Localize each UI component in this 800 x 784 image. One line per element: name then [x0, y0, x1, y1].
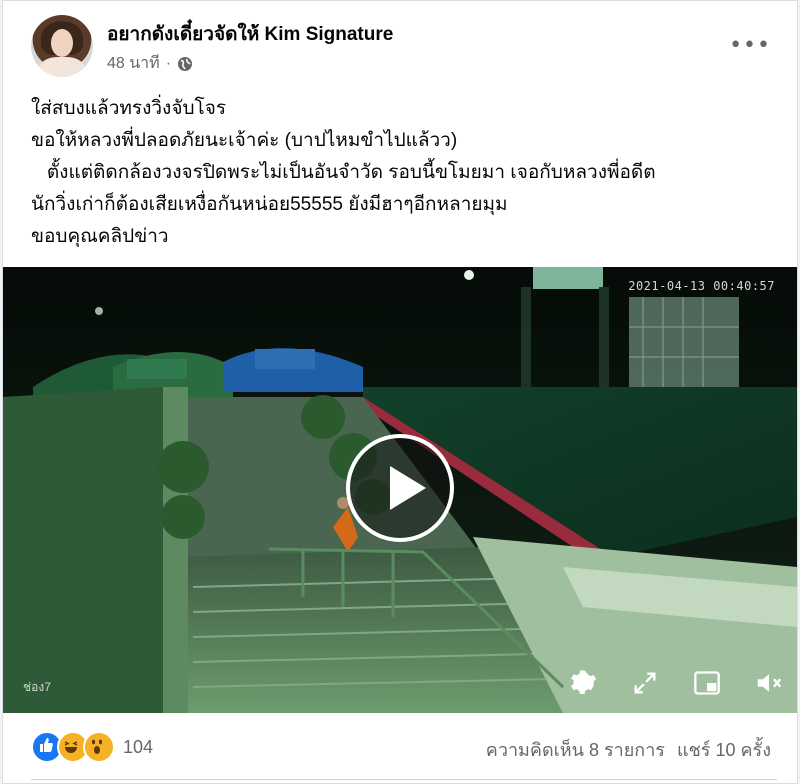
video-timestamp: 2021-04-13 00:40:57: [628, 279, 775, 293]
gear-icon[interactable]: [567, 667, 599, 699]
reactions-summary[interactable]: 104: [31, 731, 153, 763]
post-text-line: ตั้งแต่ติดกล้องวงจรปิดพระไม่เป็นอันจำวัด…: [31, 162, 656, 183]
expand-icon[interactable]: [629, 667, 661, 699]
meta-separator: ·: [165, 54, 172, 72]
post-footer: 104 ความคิดเห็น 8 รายการ แชร์ 10 ครั้ง: [31, 723, 777, 773]
post-header: อยากดังเดี๋ยวจัดให้ Kim Signature 48 นาท…: [31, 15, 777, 79]
shares-count-link[interactable]: แชร์ 10 ครั้ง: [677, 735, 771, 764]
comments-count-link[interactable]: ความคิดเห็น 8 รายการ: [486, 735, 665, 764]
footer-divider: [31, 779, 777, 780]
post-time[interactable]: 48 นาที: [107, 51, 160, 76]
pip-icon[interactable]: [691, 667, 723, 699]
globe-icon: [178, 56, 193, 71]
post-stats: ความคิดเห็น 8 รายการ แชร์ 10 ครั้ง: [486, 735, 771, 764]
channel-watermark: ช่อง7: [23, 680, 51, 694]
video-controls: [567, 667, 785, 699]
post-text: ใส่สบงแล้วทรงวิ่งจับโจร ขอให้หลวงพี่ปลอด…: [31, 93, 777, 253]
post-meta: 48 นาที ·: [107, 51, 193, 76]
more-options-icon[interactable]: •••: [729, 33, 771, 58]
wow-reaction-icon: [83, 731, 115, 763]
page-name-link[interactable]: อยากดังเดี๋ยวจัดให้ Kim Signature: [107, 19, 393, 49]
post-card: อยากดังเดี๋ยวจัดให้ Kim Signature 48 นาท…: [2, 0, 798, 784]
post-text-line: ใส่สบงแล้วทรงวิ่งจับโจร: [31, 98, 227, 119]
video-player[interactable]: 2021-04-13 00:40:57 ช่อง7: [3, 267, 797, 713]
page-avatar[interactable]: [31, 15, 93, 77]
mute-icon[interactable]: [753, 667, 785, 699]
post-text-line: ขอให้หลวงพี่ปลอดภัยนะเจ้าค่ะ (บาปไหมขำไป…: [31, 130, 458, 151]
post-text-line: ขอบคุณคลิปข่าว: [31, 226, 169, 247]
play-button[interactable]: [346, 434, 454, 542]
post-text-line: นักวิ่งเก่าก็ต้องเสียเหงื่อกันหน่อย55555…: [31, 194, 508, 215]
reaction-count[interactable]: 104: [123, 737, 153, 758]
